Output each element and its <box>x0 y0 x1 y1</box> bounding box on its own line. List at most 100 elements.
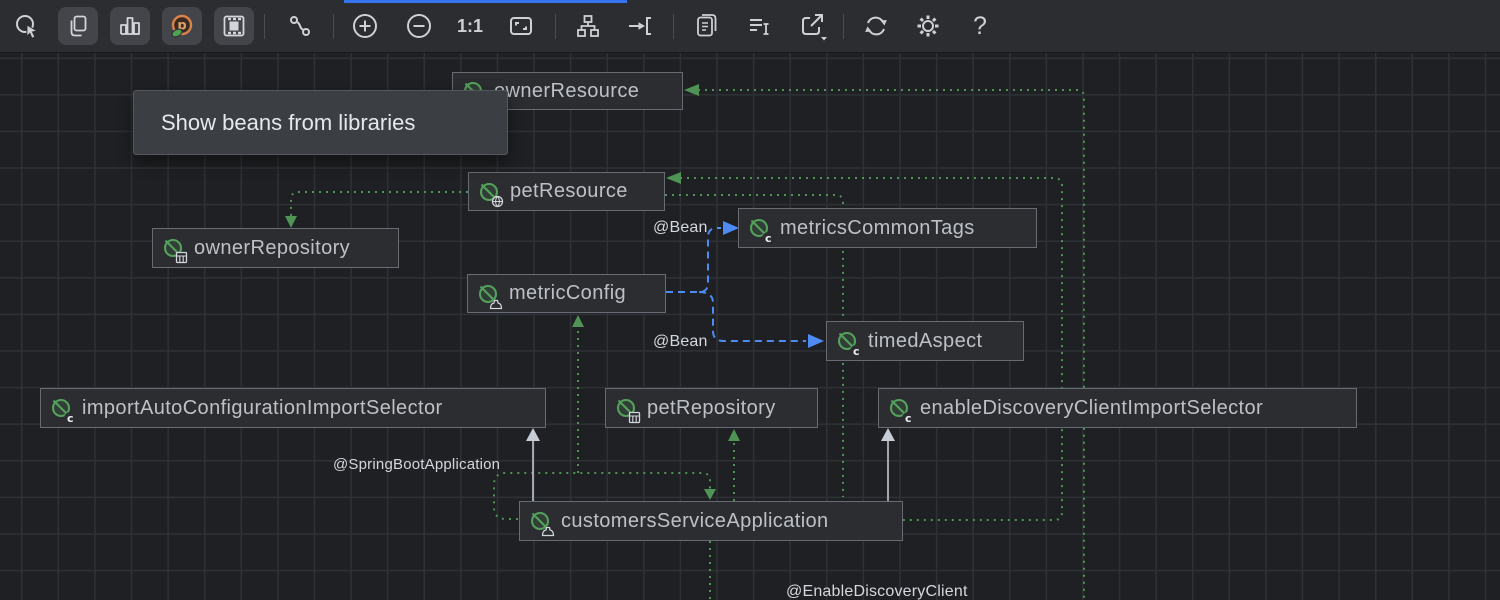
spring-beans-diagram-window: ownerResource petResource ownerRepository c… <box>0 0 1500 600</box>
arrowhead-customersService-top <box>704 489 716 500</box>
actual-size-button[interactable]: 1:1 <box>453 7 487 45</box>
help-icon: ? <box>973 12 987 41</box>
zoom-out-button[interactable] <box>402 7 436 45</box>
export-diagram-button[interactable] <box>796 7 830 45</box>
pointer-target-button[interactable] <box>10 7 44 45</box>
active-tab-accent <box>344 0 627 3</box>
node-icon <box>614 396 638 420</box>
hierarchy-layout-icon <box>574 12 602 40</box>
edit-node-labels-button[interactable] <box>743 7 777 45</box>
arrowhead-enableDiscoverySelector <box>881 428 895 441</box>
node-label: petResource <box>510 180 628 203</box>
repository-grid-badge-icon <box>628 411 641 424</box>
arrowhead-petRepository <box>728 429 740 441</box>
diagram-toolbar: p <box>0 0 1500 53</box>
tooltip-text: Show beans from libraries <box>161 110 415 136</box>
bar-chart-icon <box>117 13 143 39</box>
repository-grid-badge-icon <box>175 251 188 264</box>
dropdown-caret-icon <box>821 37 827 41</box>
arrowhead-ownerResource <box>684 84 699 96</box>
toolbar-separator <box>555 14 556 39</box>
node-icon: c <box>747 216 771 240</box>
fit-content-button[interactable] <box>504 7 538 45</box>
arrowhead-metricConfig <box>572 315 584 327</box>
rest-globe-badge-icon <box>491 195 504 208</box>
arrowhead-metricsCommonTags <box>723 221 739 235</box>
node-icon <box>477 180 501 204</box>
refresh-button[interactable] <box>859 7 893 45</box>
copy-icon <box>65 13 91 39</box>
node-label: importAutoConfigurationImportSelector <box>82 397 443 420</box>
node-label: metricConfig <box>509 282 626 305</box>
node-metricConfig[interactable]: metricConfig <box>467 274 666 313</box>
layout-hierarchy-button[interactable] <box>571 7 605 45</box>
zoom-in-button[interactable] <box>348 7 382 45</box>
statistics-button[interactable] <box>110 7 150 45</box>
export-icon <box>798 11 828 41</box>
node-enableDiscoveryClientImportSelector[interactable]: c enableDiscoveryClientImportSelector <box>878 388 1357 428</box>
node-label: ownerResource <box>494 80 639 103</box>
copy-elements-button[interactable] <box>58 7 98 45</box>
node-icon <box>161 236 185 260</box>
filmstrip-button[interactable] <box>214 7 254 45</box>
class-badge-icon: c <box>902 412 915 425</box>
node-icon: c <box>835 329 859 353</box>
node-icon <box>476 282 500 306</box>
class-badge-icon: c <box>850 345 863 358</box>
pointer-target-icon <box>13 12 41 40</box>
refresh-icon <box>861 11 891 41</box>
help-button[interactable]: ? <box>963 7 997 45</box>
node-importAutoConfigurationImportSelector[interactable]: c importAutoConfigurationImportSelector <box>40 388 546 428</box>
tooltip-show-beans-from-libraries: Show beans from libraries <box>133 90 508 155</box>
configuration-badge-icon <box>541 525 555 537</box>
class-badge-icon: c <box>64 412 77 425</box>
settings-button[interactable] <box>911 7 945 45</box>
gear-icon <box>913 11 943 41</box>
show-library-beans-button[interactable]: p <box>162 7 202 45</box>
node-metricsCommonTags[interactable]: c metricsCommonTags <box>738 208 1037 248</box>
edge-label-bean-2: @Bean <box>653 333 708 351</box>
arrowhead-ownerRepository <box>285 216 297 228</box>
apply-layout-icon <box>626 12 654 40</box>
node-label: ownerRepository <box>194 237 350 260</box>
edge-label-enable-discovery-client: @EnableDiscoveryClient <box>786 583 968 600</box>
edge-label-bean-1: @Bean <box>653 219 708 237</box>
toolbar-separator <box>264 14 265 39</box>
node-label: enableDiscoveryClientImportSelector <box>920 397 1263 420</box>
connector-icon <box>286 12 314 40</box>
node-ownerRepository[interactable]: ownerRepository <box>152 228 399 268</box>
node-timedAspect[interactable]: c timedAspect <box>826 321 1024 361</box>
fit-content-icon <box>507 12 535 40</box>
show-edge-labels-button[interactable] <box>283 7 317 45</box>
node-icon: c <box>49 396 73 420</box>
node-label: metricsCommonTags <box>780 217 975 240</box>
node-petResource[interactable]: petResource <box>468 172 665 211</box>
spring-boot-icon: p <box>168 12 196 40</box>
node-icon: c <box>887 396 911 420</box>
node-customersServiceApplication[interactable]: customersServiceApplication <box>519 501 903 541</box>
node-petRepository[interactable]: petRepository <box>605 388 818 428</box>
text-size-icon <box>746 12 774 40</box>
node-icon <box>528 509 552 533</box>
zoom-in-icon <box>350 11 380 41</box>
edge-bean-metricsCommonTags <box>666 228 721 292</box>
node-label: timedAspect <box>868 330 982 353</box>
toolbar-separator <box>333 14 334 39</box>
filmstrip-icon <box>221 13 247 39</box>
actual-size-label: 1:1 <box>457 16 483 37</box>
class-badge-icon: c <box>762 232 775 245</box>
configuration-badge-icon <box>489 298 503 310</box>
node-label: petRepository <box>647 397 776 420</box>
zoom-out-icon <box>404 11 434 41</box>
copy-diagram-icon <box>693 12 721 40</box>
copy-diagram-button[interactable] <box>690 7 724 45</box>
arrowhead-timedAspect <box>808 334 824 348</box>
arrowhead-importSelector <box>526 428 540 441</box>
edge-label-spring-boot-application: @SpringBootApplication <box>333 456 500 473</box>
toolbar-separator <box>843 14 844 39</box>
edge-petResource-ownerRepository <box>291 192 468 217</box>
toolbar-separator <box>673 14 674 39</box>
node-label: customersServiceApplication <box>561 510 829 533</box>
apply-current-layout-button[interactable] <box>623 7 657 45</box>
arrowhead-petResource <box>666 172 681 184</box>
